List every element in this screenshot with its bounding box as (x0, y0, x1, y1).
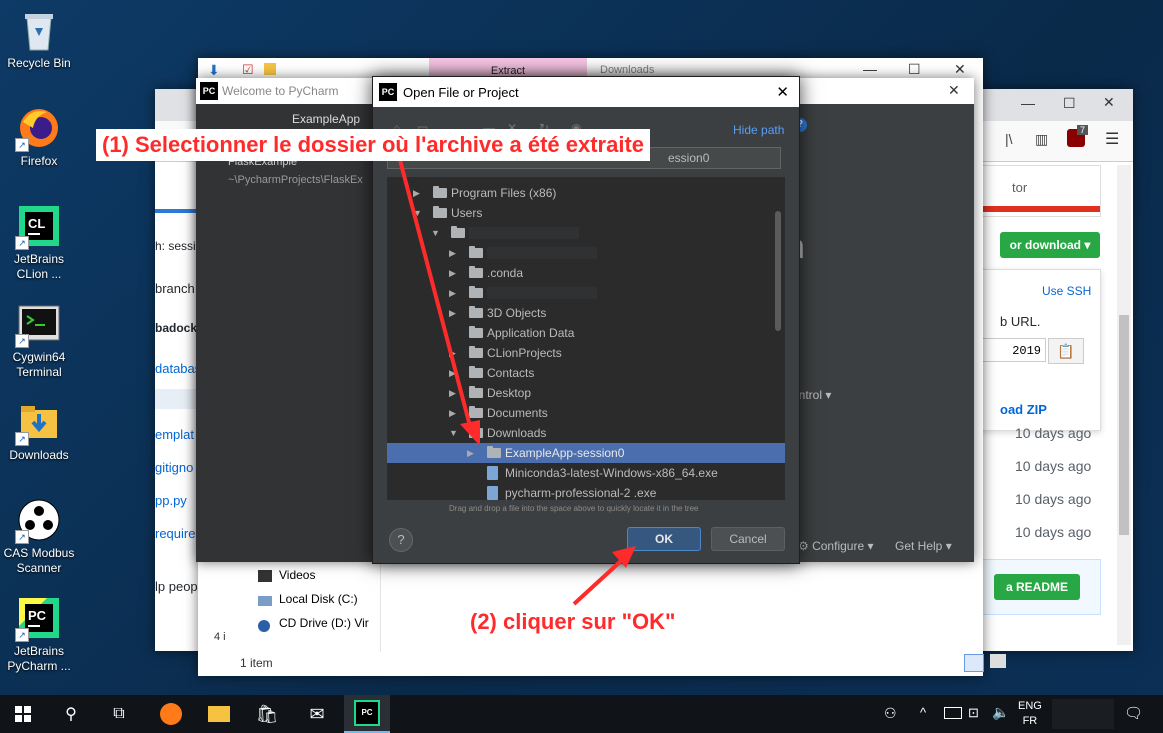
volume-icon[interactable]: 🔈 (992, 704, 1009, 721)
task-view-icon[interactable]: ⧉ (96, 695, 142, 733)
battery-icon[interactable] (944, 707, 962, 719)
annotation-step1: (1) Selectionner le dossier où l'archive… (102, 132, 645, 157)
annotation-arrowhead-1 (460, 420, 480, 446)
tray-chevron-icon[interactable]: ^ (920, 705, 926, 720)
windows-icon (15, 706, 31, 722)
taskbar-mail[interactable]: ✉ (294, 695, 340, 733)
notifications-icon[interactable]: 🗨 (1124, 704, 1143, 722)
keyboard-layout: FR (1022, 715, 1038, 727)
people-icon[interactable]: ⚇ (884, 705, 897, 722)
annotation-arrow-2 (572, 558, 624, 606)
taskbar: ⚲ ⧉ 🛍 ✉ PC ⚇ ^ ⊡ 🔈 ENG FR 🗨 (0, 695, 1163, 733)
store-icon: 🛍 (255, 703, 279, 724)
taskbar-firefox[interactable] (148, 695, 194, 733)
annotation-step2: (2) cliquer sur "OK" (470, 609, 676, 634)
annotation-step1-box: (1) Selectionner le dossier où l'archive… (96, 129, 651, 161)
language-code: ENG (1018, 700, 1042, 712)
search-icon[interactable]: ⚲ (48, 695, 94, 733)
language-indicator[interactable]: ENG FR (1018, 699, 1042, 729)
firefox-icon (160, 703, 182, 725)
taskbar-store[interactable]: 🛍 (244, 695, 290, 733)
mail-icon: ✉ (309, 703, 325, 724)
pycharm-icon: PC (354, 700, 380, 726)
network-icon[interactable]: ⊡ (968, 705, 979, 721)
annotation-arrow-1 (398, 159, 472, 427)
taskbar-explorer[interactable] (196, 695, 242, 733)
start-button[interactable] (0, 695, 46, 733)
taskbar-pycharm[interactable]: PC (344, 695, 390, 733)
clock-redacted[interactable] (1052, 699, 1114, 729)
folder-icon (208, 706, 230, 722)
